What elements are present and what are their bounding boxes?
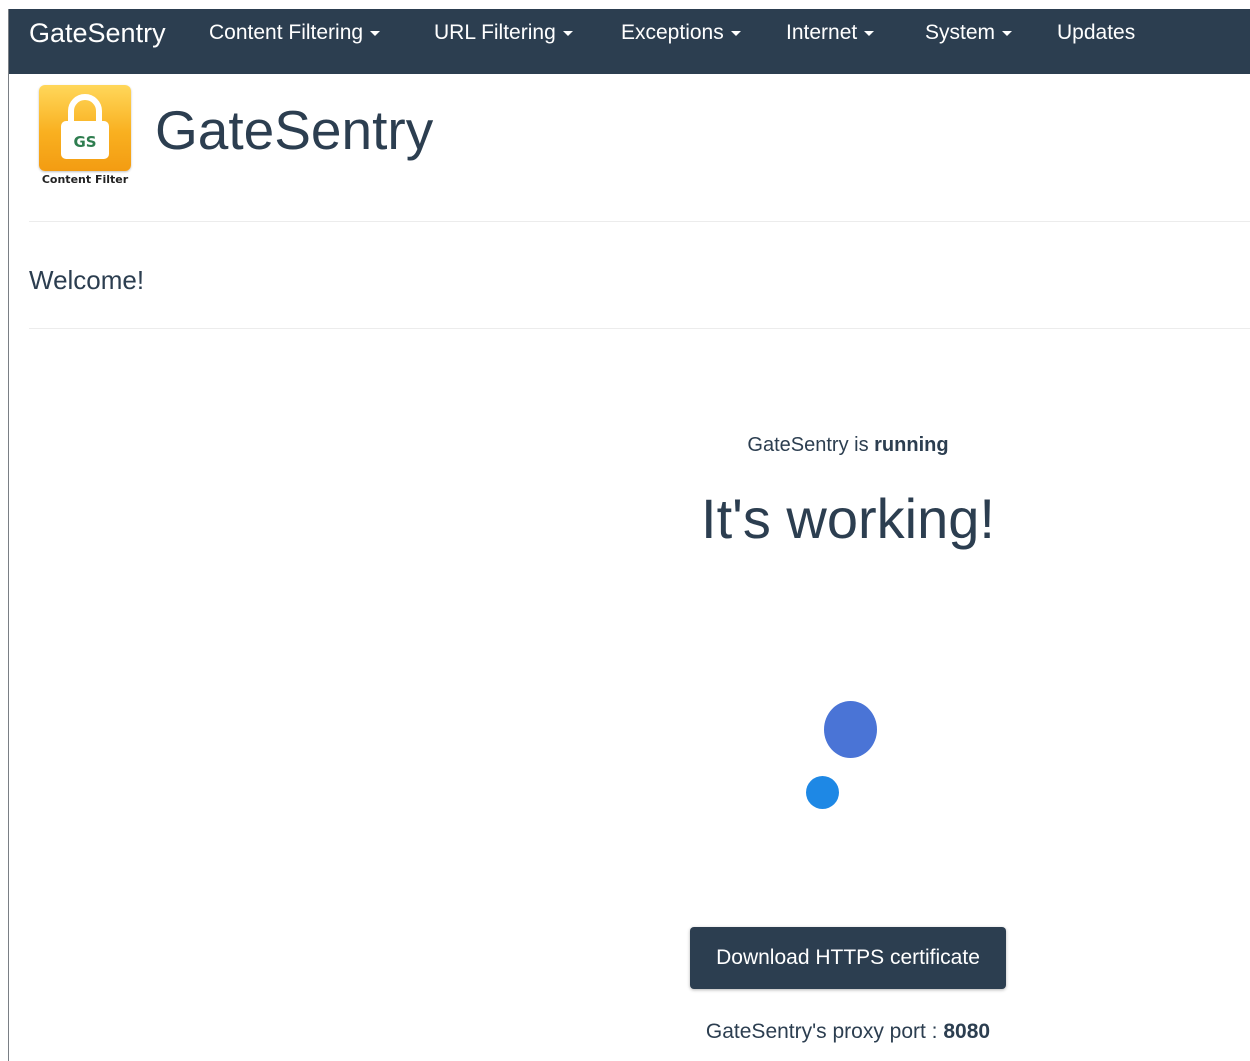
caret-down-icon — [562, 30, 573, 36]
nav-content-filtering[interactable]: Content Filtering — [209, 9, 381, 57]
nav-system-label: System — [925, 21, 996, 44]
nav-updates-label: Updates — [1057, 21, 1136, 44]
proxy-port-value: 8080 — [943, 1020, 991, 1043]
caret-down-icon — [1002, 30, 1013, 36]
divider — [29, 221, 1250, 222]
divider — [29, 328, 1250, 329]
status-text: GateSentry is running — [548, 434, 1148, 457]
nav-url-filtering-label: URL Filtering — [434, 21, 556, 44]
caret-down-icon — [730, 30, 741, 36]
logo-caption: Content Filter — [41, 173, 129, 186]
nav-exceptions[interactable]: Exceptions — [621, 9, 741, 57]
logo-text: GS — [73, 133, 96, 151]
nav-internet[interactable]: Internet — [786, 9, 875, 57]
page-title: GateSentry — [155, 99, 434, 161]
app-frame: GateSentry Content Filtering URL Filteri… — [8, 9, 1250, 1061]
status-prefix: GateSentry is — [747, 434, 875, 456]
padlock-icon: GS — [61, 94, 109, 159]
gatesentry-logo: GS Content Filter — [37, 85, 133, 195]
download-https-certificate-button[interactable]: Download HTTPS certificate — [690, 927, 1006, 989]
nav-content-filtering-label: Content Filtering — [209, 21, 364, 44]
nav-updates[interactable]: Updates — [1057, 9, 1135, 57]
spinner-dot-large — [824, 701, 877, 758]
nav-exceptions-label: Exceptions — [621, 21, 724, 44]
top-navbar: GateSentry Content Filtering URL Filteri… — [9, 9, 1250, 74]
welcome-heading: Welcome! — [29, 265, 145, 295]
proxy-port-label: GateSentry's proxy port : — [705, 1020, 944, 1043]
working-message: It's working! — [701, 487, 995, 550]
caret-down-icon — [370, 30, 381, 36]
status-state: running — [874, 434, 949, 456]
proxy-port-text: GateSentry's proxy port : 8080 — [548, 1020, 1148, 1044]
navbar-brand[interactable]: GateSentry — [29, 9, 166, 57]
nav-system[interactable]: System — [925, 9, 1013, 57]
nav-url-filtering[interactable]: URL Filtering — [434, 9, 573, 57]
nav-internet-label: Internet — [786, 21, 858, 44]
spinner-dot-small — [806, 776, 839, 809]
caret-down-icon — [864, 30, 875, 36]
